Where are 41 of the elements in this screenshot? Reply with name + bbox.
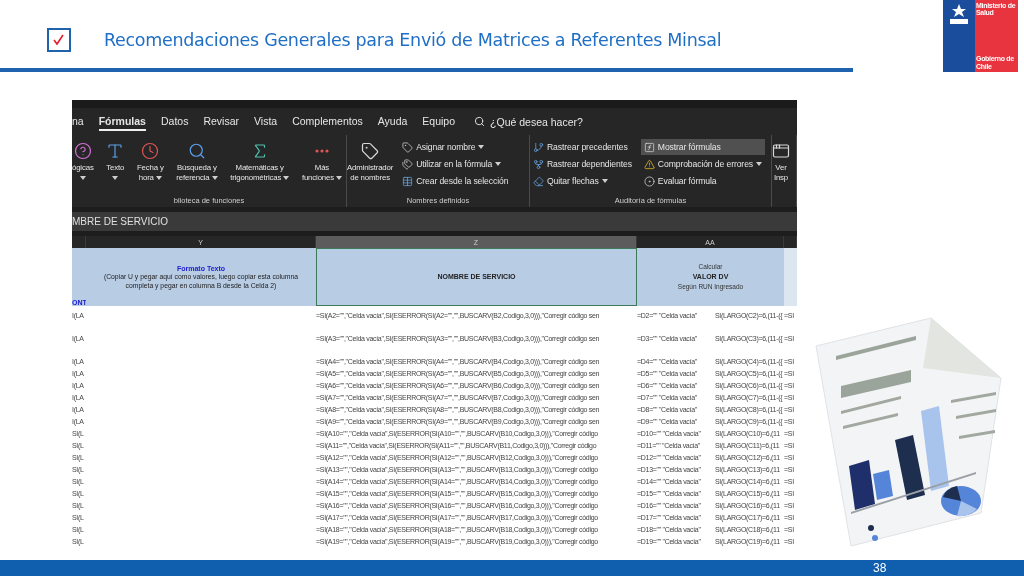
ribbon-button[interactable]: Rastrear precedentes [530,139,635,155]
search-field[interactable]: ¿Qué desea hacer? [490,115,583,128]
crest-icon [947,3,971,25]
clock-icon [141,142,160,160]
ribbon-tab[interactable]: Datos [160,112,189,131]
search-icon [187,142,206,160]
letter-icon [106,142,125,160]
function-icon [643,141,655,153]
ribbon-button[interactable]: Mostrar fórmulas [640,139,765,155]
fork-icon [533,158,544,170]
ribbon-button[interactable]: Quitar flechas [530,173,635,189]
tag-icon [361,142,380,160]
ribbon-button[interactable]: Rastrear dependientes [530,156,635,172]
ribbon-tab[interactable]: Complementos [292,112,363,131]
name-box-text: MBRE DE SERVICIO [72,216,168,227]
ribbon-tab[interactable]: Revisar [203,112,239,131]
ribbon-tab[interactable]: Ayuda [377,112,408,131]
ribbon-button[interactable]: Evaluar fórmula [640,173,765,189]
ribbon-button[interactable]: Utilizar en la fórmula [399,156,512,172]
ribbon-tab[interactable]: Vista [254,112,278,131]
branch-icon [533,141,544,153]
warning-icon [643,158,655,170]
circle-dot-icon [643,175,655,187]
eraser-icon [533,175,544,187]
page-number: 38 [873,561,887,575]
search-icon [474,116,486,127]
ribbon-tab[interactable]: Equipo [422,112,456,131]
slide-title: Recomendaciones Generales para Envió de Matrices a Referentes Minsal [104,30,722,50]
checkbox-icon [47,28,71,52]
ribbon-button[interactable]: Asignar nombre [399,139,512,155]
tag-icon [402,141,414,153]
tags-icon [402,158,414,170]
window-icon [772,142,790,160]
header-cell [784,248,797,306]
help-icon [73,142,92,160]
table-icon [402,175,414,187]
ribbon-tab[interactable]: na [72,112,84,131]
ribbon-tab[interactable]: Fórmulas [98,112,146,131]
ribbon-button[interactable]: Comprobación de errores [640,156,765,172]
ribbon-button[interactable]: Crear desde la selección [399,173,512,189]
dots-icon [314,149,329,153]
